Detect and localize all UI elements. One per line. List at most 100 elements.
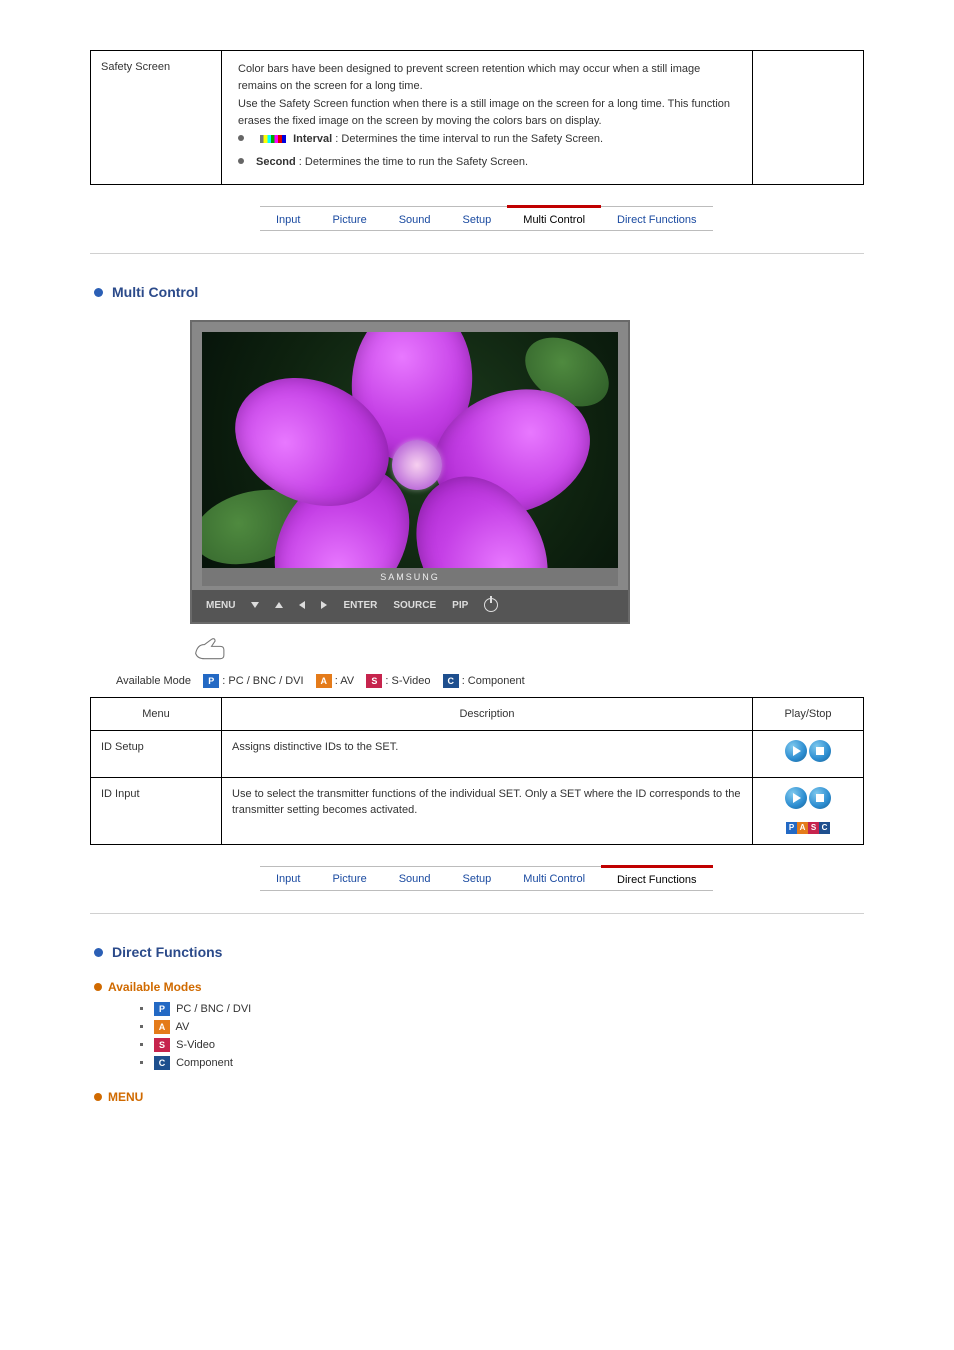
play-button[interactable]	[785, 740, 807, 762]
top-safety-screen-table: Safety Screen Color bars have been desig…	[90, 50, 864, 185]
p-mode-text: PC / BNC / DVI	[176, 1003, 251, 1015]
power-icon	[484, 598, 498, 612]
hand-row	[190, 634, 864, 667]
section-tabs: Input Picture Sound Setup Multi Control …	[260, 205, 713, 231]
tab-setup[interactable]: Setup	[447, 207, 508, 231]
color-bar-icon	[260, 135, 286, 143]
section-dot-icon	[94, 948, 103, 957]
interval-label: Interval	[293, 133, 332, 145]
section-title-multi-control: Multi Control	[90, 284, 864, 300]
hw-btn-power[interactable]	[476, 598, 506, 612]
bullet-icon	[238, 135, 244, 141]
section-title-text: Multi Control	[112, 284, 198, 300]
a-mode-icon: A	[154, 1020, 170, 1034]
menu-cell: ID Setup	[91, 731, 222, 778]
stop-button[interactable]	[809, 740, 831, 762]
section-title-direct-functions: Direct Functions	[90, 944, 864, 960]
th-description: Description	[222, 697, 753, 731]
second-row: Second : Determines the time to run the …	[232, 154, 742, 171]
hw-btn-pip[interactable]: PIP	[444, 600, 476, 611]
divider	[90, 253, 864, 254]
pasc-badge: PASC	[763, 819, 853, 836]
menu-cell: ID Input	[91, 777, 222, 844]
desc-cell: Assigns distinctive IDs to the SET.	[222, 731, 753, 778]
tab-sound[interactable]: Sound	[383, 207, 447, 231]
hw-btn-up[interactable]	[267, 600, 291, 611]
chevron-right-icon	[321, 601, 327, 609]
menu-subhead: MENU	[108, 1090, 864, 1104]
c-mode-text: Component	[176, 1057, 233, 1069]
p-mode-icon: P	[154, 1002, 170, 1016]
divider	[90, 913, 864, 914]
bullet-icon	[140, 1025, 143, 1028]
multi-control-table: Menu Description Play/Stop ID Setup Assi…	[90, 697, 864, 845]
hw-btn-enter[interactable]: ENTER	[335, 600, 385, 611]
c-mode-icon: C	[154, 1056, 170, 1070]
desc-line-1: Color bars have been designed to prevent…	[232, 59, 742, 94]
menu-label: ID Input	[101, 788, 140, 800]
bullet-icon	[140, 1061, 143, 1064]
mode-item-s: S S-Video	[118, 1038, 864, 1052]
s-mode-icon: S	[366, 674, 382, 688]
desc-cell: Use to select the transmitter functions …	[222, 777, 753, 844]
interval-text: : Determines the time interval to run th…	[335, 133, 603, 145]
s-mode-text: S-Video	[176, 1039, 215, 1051]
play-button[interactable]	[785, 787, 807, 809]
tab-picture[interactable]: Picture	[316, 866, 382, 890]
tab-direct-functions[interactable]: Direct Functions	[601, 207, 712, 231]
s-mode-text: : S-Video	[385, 675, 430, 687]
table-row: ID Input Use to select the transmitter f…	[91, 777, 864, 844]
monitor-button-bar: MENU ENTER SOURCE PIP	[192, 590, 628, 622]
a-mode-icon: A	[316, 674, 332, 688]
available-mode-line: Available Mode P: PC / BNC / DVI A: AV S…	[116, 673, 864, 691]
play-cell: PASC	[753, 777, 864, 844]
hw-btn-down[interactable]	[243, 600, 267, 611]
table-row: ID Setup Assigns distinctive IDs to the …	[91, 731, 864, 778]
desc-line-2: Use the Safety Screen function when ther…	[232, 94, 742, 129]
bullet-icon	[140, 1007, 143, 1010]
monitor-screen	[202, 332, 618, 568]
a-mode-text: AV	[175, 1021, 189, 1033]
monitor-illustration: SAMSUNG MENU ENTER SOURCE PIP	[190, 320, 630, 624]
tab-setup[interactable]: Setup	[447, 866, 508, 890]
available-modes-subhead: Available Modes	[108, 980, 864, 994]
description-cell: Color bars have been designed to prevent…	[222, 51, 753, 185]
tab-sound[interactable]: Sound	[383, 866, 447, 890]
brand-label: SAMSUNG	[202, 568, 618, 586]
p-mode-text: : PC / BNC / DVI	[222, 675, 303, 687]
s-mode-icon: S	[154, 1038, 170, 1052]
th-menu: Menu	[91, 697, 222, 731]
flower-center-icon	[392, 440, 442, 490]
hw-btn-right[interactable]	[313, 600, 335, 611]
chevron-down-icon	[251, 602, 259, 608]
tab-direct-functions[interactable]: Direct Functions	[601, 866, 712, 890]
a-mode-text: : AV	[335, 675, 354, 687]
chevron-left-icon	[299, 601, 305, 609]
tab-multi-control[interactable]: Multi Control	[507, 207, 601, 231]
tab-input[interactable]: Input	[260, 866, 316, 890]
hw-btn-menu[interactable]: MENU	[198, 600, 243, 611]
tab-multi-control[interactable]: Multi Control	[507, 866, 601, 890]
menu-cell: Safety Screen	[91, 51, 222, 185]
bullet-icon	[238, 158, 244, 164]
bullet-icon	[140, 1043, 143, 1046]
section-tabs: Input Picture Sound Setup Multi Control …	[260, 865, 713, 891]
tab-picture[interactable]: Picture	[316, 207, 382, 231]
chevron-up-icon	[275, 602, 283, 608]
th-playstop: Play/Stop	[753, 697, 864, 731]
pointing-hand-icon	[190, 634, 222, 662]
second-text: : Determines the time to run the Safety …	[299, 156, 528, 168]
second-label: Second	[256, 156, 296, 168]
c-mode-text: : Component	[462, 675, 525, 687]
play-cell-empty	[753, 51, 864, 185]
section-dot-icon	[94, 288, 103, 297]
mode-item-p: P PC / BNC / DVI	[118, 1002, 864, 1016]
hw-btn-source[interactable]: SOURCE	[385, 600, 444, 611]
available-mode-prefix: Available Mode	[116, 675, 191, 687]
hw-btn-left[interactable]	[291, 600, 313, 611]
menu-label: Safety Screen	[101, 61, 170, 73]
stop-button[interactable]	[809, 787, 831, 809]
tab-input[interactable]: Input	[260, 207, 316, 231]
play-cell	[753, 731, 864, 778]
section-title-text: Direct Functions	[112, 944, 222, 960]
